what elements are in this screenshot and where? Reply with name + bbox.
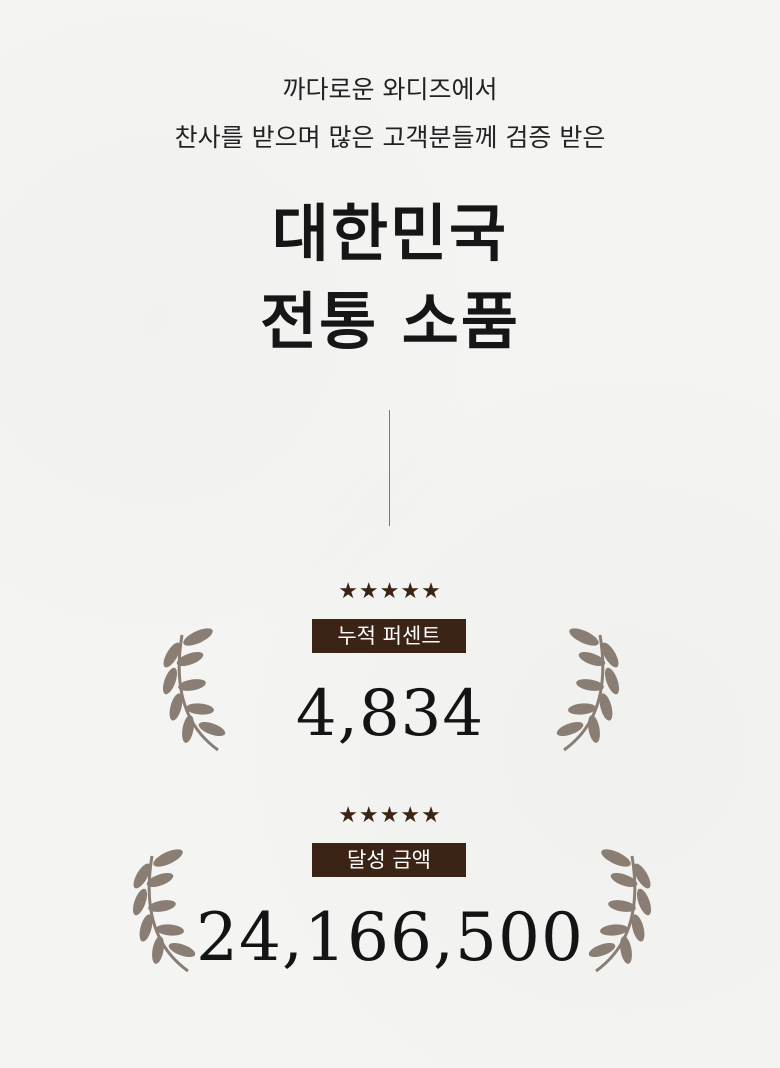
laurel-left-icon	[162, 628, 226, 752]
rating-stars: ★★★★★	[338, 579, 442, 604]
stat-value: 24,166,500	[196, 899, 584, 976]
headline-line-2: 전통 소품	[260, 285, 520, 358]
headline-line-1: 대한민국	[271, 197, 509, 270]
stat-value: 4,834	[295, 677, 485, 751]
stat-label-badge: 달성 금액	[312, 843, 466, 877]
intro-line-1: 까다로운 와디즈에서	[282, 75, 498, 104]
stat-label-badge: 누적 퍼센트	[312, 619, 466, 653]
laurel-right-icon	[556, 628, 620, 752]
laurel-left-icon	[132, 849, 196, 973]
vertical-divider	[389, 410, 390, 526]
laurel-right-icon	[588, 849, 652, 973]
intro-line-2: 찬사를 받으며 많은 고객분들께 검증 받은	[174, 123, 606, 152]
headline: 대한민국 전통 소품	[0, 190, 780, 366]
intro-text: 까다로운 와디즈에서 찬사를 받으며 많은 고객분들께 검증 받은	[0, 66, 780, 162]
rating-stars: ★★★★★	[338, 803, 442, 828]
